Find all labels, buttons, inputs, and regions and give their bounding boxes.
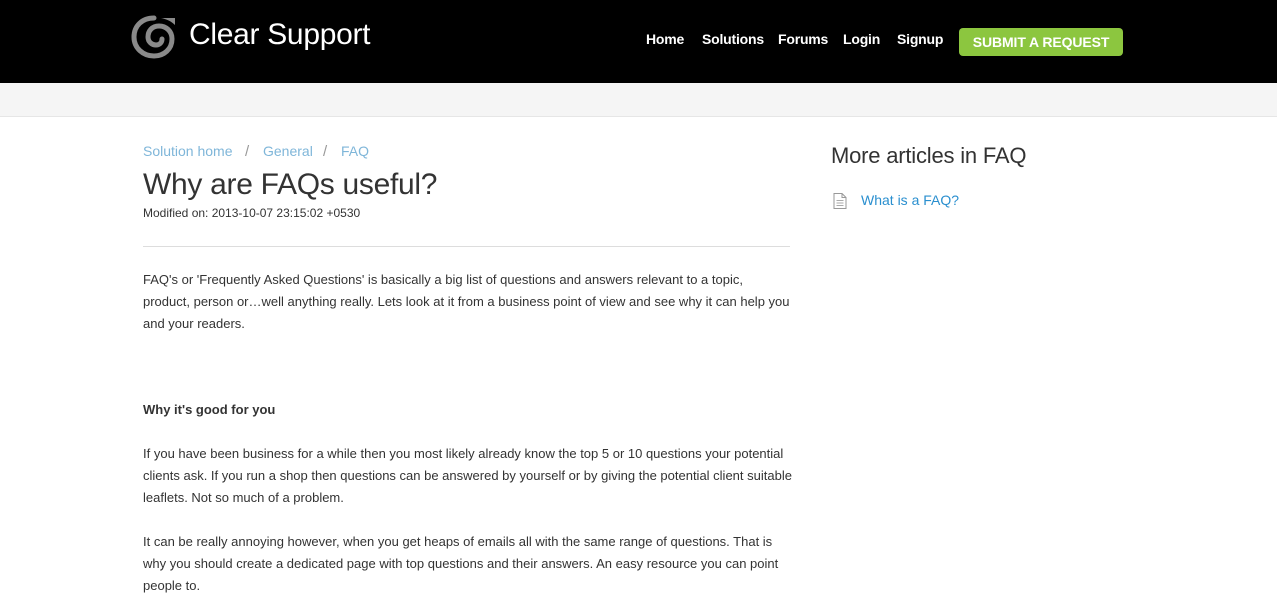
top-header: Clear Support Home Solutions Forums Logi… (0, 0, 1277, 83)
breadcrumb-separator: / (323, 143, 328, 160)
nav-forums[interactable]: Forums (778, 31, 828, 51)
submit-request-button[interactable]: SUBMIT A REQUEST (959, 28, 1123, 56)
article-section-heading: Why it's good for you (143, 402, 276, 417)
breadcrumb-general[interactable]: General (263, 143, 313, 159)
article-title: Why are FAQs useful? (143, 168, 438, 201)
brand-name[interactable]: Clear Support (189, 18, 371, 52)
breadcrumb-separator: / (245, 143, 250, 160)
title-divider (143, 246, 790, 247)
sidebar-title: More articles in FAQ (831, 143, 1027, 168)
sub-header-bar (0, 83, 1277, 117)
nav-signup[interactable]: Signup (897, 31, 943, 51)
article-paragraph-intro: FAQ's or 'Frequently Asked Questions' is… (143, 272, 790, 331)
nav-home[interactable]: Home (646, 31, 684, 51)
breadcrumb-faq[interactable]: FAQ (341, 143, 369, 159)
nav-solutions[interactable]: Solutions (702, 31, 764, 51)
swirl-logo-icon[interactable] (131, 15, 177, 59)
breadcrumb-solution-home[interactable]: Solution home (143, 143, 233, 159)
document-icon (833, 193, 847, 209)
article-paragraph-business: If you have been business for a while th… (143, 446, 792, 505)
sidebar-article-link[interactable]: What is a FAQ? (861, 192, 959, 208)
article-paragraph-emails: It can be really annoying however, when … (143, 534, 779, 593)
nav-login[interactable]: Login (843, 31, 880, 51)
article-modified-date: Modified on: 2013-10-07 23:15:02 +0530 (143, 206, 361, 220)
